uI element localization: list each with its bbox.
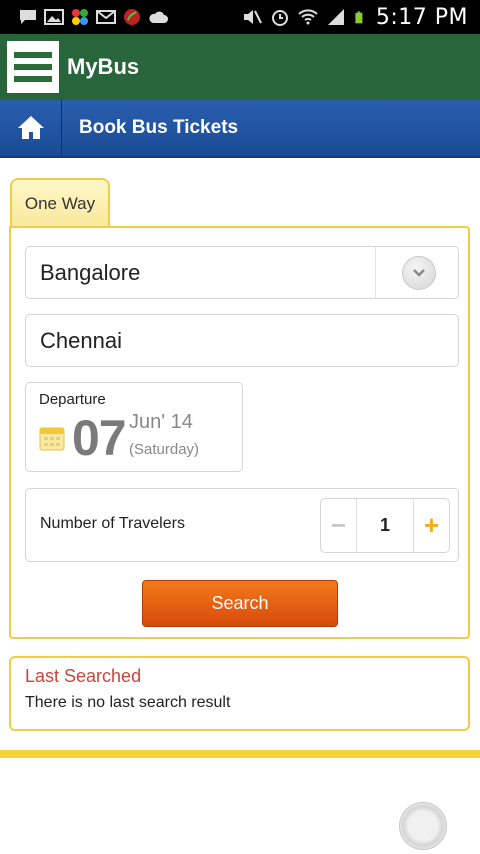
page-header: Book Bus Tickets xyxy=(0,99,480,158)
wifi-icon xyxy=(298,9,318,25)
battery-icon xyxy=(355,11,363,24)
last-searched-title: Last Searched xyxy=(25,666,142,686)
travelers-row: Number of Travelers − 1 + xyxy=(25,488,459,562)
last-searched-message: There is no last search result xyxy=(25,694,231,711)
calendar-icon xyxy=(39,427,65,451)
status-bar: 5:17 PM xyxy=(0,0,480,34)
alarm-icon xyxy=(271,10,288,26)
menu-button[interactable] xyxy=(7,41,59,93)
floating-action-button[interactable] xyxy=(399,802,447,850)
travelers-label: Number of Travelers xyxy=(40,515,185,532)
pinwheel-icon xyxy=(72,9,88,25)
last-searched-panel: Last Searched There is no last search re… xyxy=(9,656,470,731)
departure-month-year: Jun' 14 xyxy=(129,411,193,433)
app-title: MyBus xyxy=(67,54,140,79)
departure-day: 07 xyxy=(72,410,127,466)
departure-label: Departure xyxy=(39,391,106,408)
page-title: Book Bus Tickets xyxy=(79,117,239,138)
cloud-icon xyxy=(149,11,168,23)
travelers-stepper: − 1 + xyxy=(320,498,450,553)
image-icon xyxy=(44,9,64,25)
divider xyxy=(375,247,376,298)
mute-icon xyxy=(243,10,262,24)
app-icon xyxy=(124,9,140,25)
home-icon xyxy=(17,116,44,139)
status-time: 5:17 PM xyxy=(375,4,468,30)
chat-icon xyxy=(20,10,36,24)
decrement-button[interactable]: − xyxy=(321,499,357,552)
divider xyxy=(0,750,480,758)
travelers-count: 1 xyxy=(379,515,390,535)
booking-form: Bangalore Chennai Departure 07 Jun' 14 (… xyxy=(9,226,470,639)
increment-button[interactable]: + xyxy=(413,499,449,552)
app-bar: MyBus xyxy=(0,34,480,100)
departure-date-picker[interactable]: Departure 07 Jun' 14 (Saturday) xyxy=(25,382,243,472)
search-button[interactable]: Search xyxy=(142,580,338,627)
to-city-value: Chennai xyxy=(40,327,122,353)
mail-icon xyxy=(96,10,116,24)
departure-weekday: (Saturday) xyxy=(129,441,200,458)
chevron-down-icon[interactable] xyxy=(402,256,436,290)
from-city-select[interactable]: Bangalore xyxy=(25,246,459,299)
to-city-input[interactable]: Chennai xyxy=(25,314,459,367)
signal-icon xyxy=(327,9,344,25)
tab-one-way[interactable]: One Way xyxy=(10,178,110,228)
from-city-value: Bangalore xyxy=(40,259,141,285)
home-button[interactable] xyxy=(0,99,62,157)
